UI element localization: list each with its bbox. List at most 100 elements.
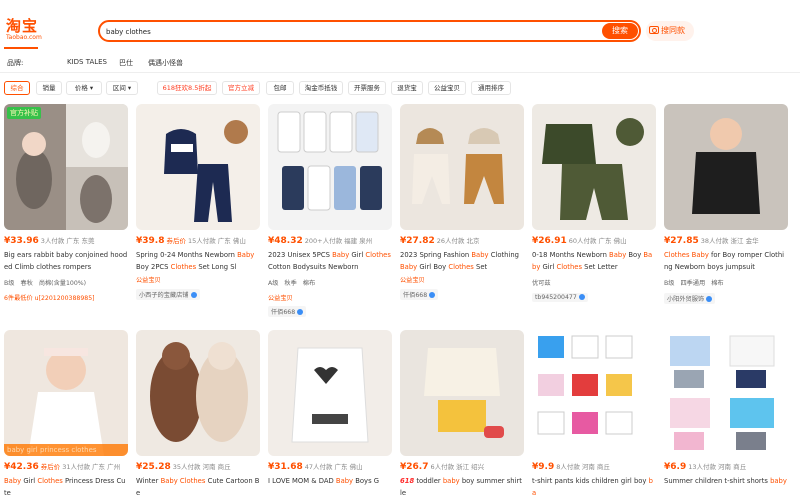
filter-sales[interactable]: 销量 bbox=[36, 81, 62, 95]
title-text: Set Long Sl bbox=[196, 263, 237, 271]
shop-name[interactable]: 仟佰668 bbox=[400, 289, 439, 300]
product-image[interactable] bbox=[664, 104, 788, 230]
shop-name[interactable]: tb945200477 bbox=[532, 293, 588, 302]
title-text: Girl bbox=[540, 263, 557, 271]
filter-charity[interactable]: 公益宝贝 bbox=[428, 81, 466, 95]
product-title[interactable]: 618 toddler baby boy summer shirt le bbox=[400, 475, 524, 499]
photo-search-button[interactable]: 搜同款 bbox=[646, 21, 694, 41]
title-text: Clothing bbox=[488, 251, 519, 259]
filter-official-discount[interactable]: 官方立减 bbox=[222, 81, 260, 95]
brand-filter-row: 品牌: KIDS TALES 巴仕 偶遇小怪兽 bbox=[7, 58, 793, 70]
product-title[interactable]: 2023 Unisex 5PCS Baby Girl Clothes Cotto… bbox=[268, 249, 392, 273]
product-tag: 公益宝贝 bbox=[400, 277, 425, 284]
title-text: Boy bbox=[626, 251, 644, 259]
search-button[interactable]: 搜索 bbox=[602, 23, 638, 39]
product-sales: 60人付款 bbox=[568, 237, 597, 245]
product-sales: 13人付款 bbox=[688, 463, 716, 471]
title-highlight: Clothes bbox=[448, 263, 474, 271]
product-sales: 26人付款 bbox=[436, 237, 465, 245]
title-highlight: Baby bbox=[609, 251, 627, 259]
shop-name[interactable]: 小西子的宝藏店铺 bbox=[136, 289, 200, 300]
product-price: ¥27.82 bbox=[400, 236, 435, 246]
product-sales: 38人付款 bbox=[700, 237, 729, 245]
shop-name[interactable]: 小阳外贸服饰 bbox=[664, 293, 716, 304]
product-image[interactable] bbox=[532, 330, 656, 456]
product-image[interactable] bbox=[136, 104, 260, 230]
price-line: ¥25.28 35人付款 河南 商丘 bbox=[136, 461, 262, 472]
product-title[interactable]: Baby Girl Clothes Princess Dress Cute bbox=[4, 475, 128, 499]
filter-invoice[interactable]: 开票服务 bbox=[348, 81, 386, 95]
filter-range[interactable]: 区间 ▾ bbox=[106, 81, 138, 95]
filter-general-sort[interactable]: 通用排序 bbox=[471, 81, 511, 95]
filter-618-promo[interactable]: 618狂欢8.5折起 bbox=[157, 81, 217, 95]
price-line: ¥27.82 26人付款 北京 bbox=[400, 235, 526, 246]
search-input[interactable] bbox=[106, 25, 596, 38]
taobao-logo[interactable]: 淘宝 Taobao.com bbox=[6, 18, 42, 42]
product-price: ¥27.85 bbox=[664, 236, 699, 246]
product-location: 广东 佛山 bbox=[598, 237, 627, 245]
product-title[interactable]: Big ears rabbit baby conjoined hooded Cl… bbox=[4, 249, 128, 273]
product-price: ¥9.9 bbox=[532, 462, 555, 472]
title-highlight: Clothes bbox=[556, 263, 583, 271]
product-attributes: B级 春秋 尚棉(含量100%) bbox=[4, 278, 128, 288]
title-highlight: Clothes bbox=[37, 477, 63, 485]
product-attributes: B级 四季通用 棉布 bbox=[664, 278, 788, 288]
product-image[interactable] bbox=[136, 330, 260, 456]
shop-label: 仟佰668 bbox=[271, 309, 296, 316]
shop-name[interactable]: 仟佰668 bbox=[268, 306, 307, 317]
title-highlight: Baby bbox=[4, 477, 22, 485]
title-highlight: Clothes bbox=[365, 251, 391, 259]
product-image[interactable] bbox=[400, 104, 524, 230]
product-title[interactable]: 0-18 Months Newborn Baby Boy Baby Girl C… bbox=[532, 249, 656, 273]
filter-free-shipping[interactable]: 包邮 bbox=[266, 81, 294, 95]
title-highlight: Baby bbox=[332, 251, 350, 259]
title-highlight: Clothes bbox=[170, 263, 197, 271]
logo-underline bbox=[4, 47, 38, 49]
brand-item-kids-tales[interactable]: KIDS TALES bbox=[67, 58, 107, 66]
product-image[interactable]: baby girl princess clothes bbox=[4, 330, 128, 456]
price-line: ¥26.7 6人付款 浙江 绍兴 bbox=[400, 461, 526, 472]
product-sales: 3人付款 bbox=[40, 237, 65, 245]
product-price: ¥48.32 bbox=[268, 236, 303, 246]
product-sales: 15人付款 bbox=[187, 237, 216, 245]
price-line: ¥26.91 60人付款 广东 佛山 bbox=[532, 235, 658, 246]
product-attributes: 优可兹 bbox=[532, 278, 656, 288]
title-text: Summer children t-shirt shorts bbox=[664, 477, 771, 485]
product-title[interactable]: Spring 0-24 Months Newborn Baby Boy 2PCS… bbox=[136, 249, 260, 273]
product-title[interactable]: Winter Baby Clothes Cute Cartoon Be bbox=[136, 475, 260, 499]
filter-taojinbi[interactable]: 淘金币抵钱 bbox=[299, 81, 343, 95]
title-text: Cotton Bodysuits Newborn bbox=[268, 263, 359, 271]
product-location: 河南 商丘 bbox=[202, 463, 231, 471]
product-image[interactable] bbox=[664, 330, 788, 456]
product-image[interactable] bbox=[400, 330, 524, 456]
brand-item-bashi[interactable]: 巴仕 bbox=[119, 58, 133, 68]
product-title[interactable]: Clothes Baby for Boy romper Clothing New… bbox=[664, 249, 788, 273]
product-image[interactable]: 官方补贴 bbox=[4, 104, 128, 230]
title-text: 0-18 Months Newborn bbox=[532, 251, 610, 259]
product-title[interactable]: I LOVE MOM & DAD Baby Boys G bbox=[268, 475, 392, 499]
filter-comprehensive[interactable]: 综合 bbox=[4, 81, 30, 95]
product-location: 广东 东莞 bbox=[66, 237, 95, 245]
product-image[interactable] bbox=[268, 104, 392, 230]
filter-return-insurance[interactable]: 退货宝 bbox=[391, 81, 423, 95]
logo-subtext: Taobao.com bbox=[6, 34, 42, 41]
title-text: Boys G bbox=[353, 477, 380, 485]
product-image[interactable] bbox=[268, 330, 392, 456]
title-highlight: Baby bbox=[160, 477, 178, 485]
filter-price[interactable]: 价格 ▾ bbox=[66, 81, 102, 95]
attr: 尚棉(含量100%) bbox=[38, 280, 87, 287]
price-line: ¥42.36 券后价 31人付款 广东 广州 bbox=[4, 461, 130, 472]
product-location: 福建 泉州 bbox=[344, 237, 373, 245]
product-sales: 6人付款 bbox=[430, 463, 455, 471]
product-title[interactable]: 2023 Spring Fashion Baby Clothing Baby G… bbox=[400, 249, 524, 273]
product-tag: 公益宝贝 bbox=[136, 277, 161, 284]
brand-item-ouyu[interactable]: 偶遇小怪兽 bbox=[148, 58, 183, 68]
product-title[interactable]: Summer children t-shirt shorts baby bbox=[664, 475, 788, 499]
verified-icon bbox=[297, 309, 304, 315]
product-image[interactable] bbox=[532, 104, 656, 230]
brand-label: 品牌: bbox=[7, 59, 24, 67]
product-sales: 35人付款 bbox=[172, 463, 201, 471]
product-title[interactable]: t-shirt pants kids children girl boy ba bbox=[532, 475, 656, 499]
product-location: 浙江 绍兴 bbox=[456, 463, 485, 471]
title-text: Girl Boy bbox=[417, 263, 449, 271]
